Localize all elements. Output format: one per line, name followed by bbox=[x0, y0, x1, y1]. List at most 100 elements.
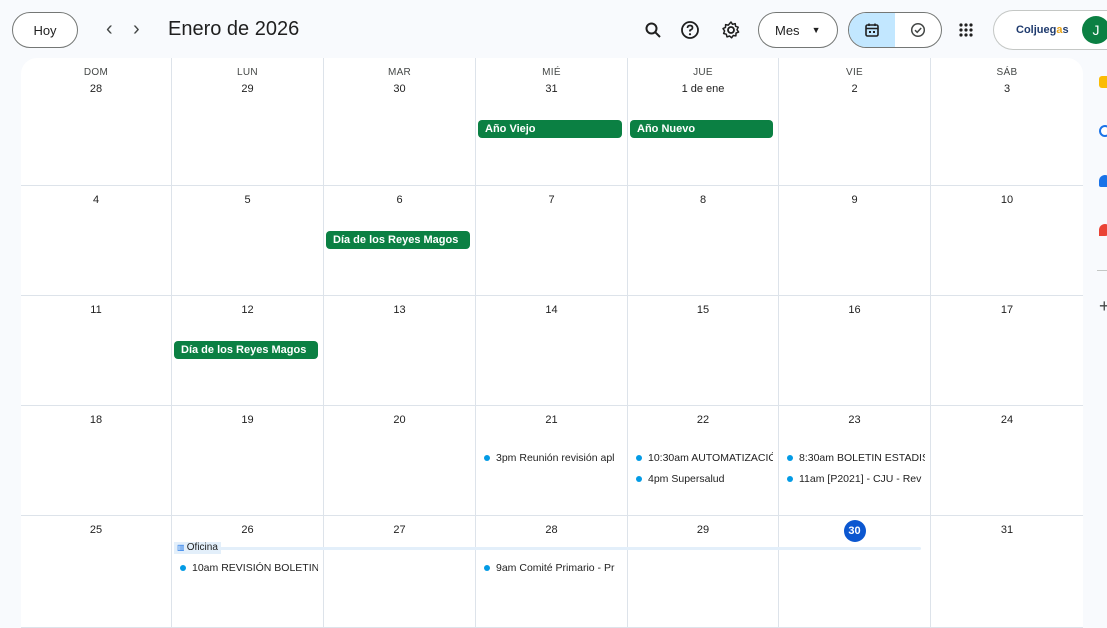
day-number[interactable]: 14 bbox=[476, 304, 627, 316]
day-number[interactable]: 28 bbox=[21, 83, 171, 95]
event-item[interactable]: 4pm Supersalud bbox=[628, 471, 773, 487]
avatar[interactable]: J bbox=[1082, 16, 1107, 44]
prev-month-button[interactable]: ‹ bbox=[106, 17, 113, 41]
day-number[interactable]: 15 bbox=[628, 304, 778, 316]
day-number[interactable]: 1 de ene bbox=[628, 83, 778, 95]
day-cell[interactable]: 16 bbox=[779, 296, 931, 406]
day-number[interactable]: 20 bbox=[324, 414, 475, 426]
weekday-header: MAR bbox=[387, 67, 412, 78]
task-check-icon bbox=[910, 22, 926, 38]
day-number[interactable]: 30 bbox=[324, 83, 475, 95]
day-number[interactable]: 21 bbox=[476, 414, 627, 426]
event-time: 8:30am bbox=[799, 452, 835, 464]
day-cell[interactable]: 18 bbox=[21, 406, 172, 516]
day-cell[interactable]: 13 bbox=[324, 296, 476, 406]
day-number[interactable]: 16 bbox=[779, 304, 930, 316]
event-item[interactable]: 10am REVISIÓN BOLETIN bbox=[172, 560, 318, 576]
day-number[interactable]: 29 bbox=[172, 83, 323, 95]
day-number[interactable]: 23 bbox=[779, 414, 930, 426]
day-cell[interactable]: 5 bbox=[172, 186, 324, 296]
day-number[interactable]: 3 bbox=[931, 83, 1083, 95]
view-selector[interactable]: Mes ▼ bbox=[758, 12, 838, 48]
day-cell[interactable]: 7 bbox=[476, 186, 628, 296]
day-cell[interactable]: DOM 28 bbox=[21, 58, 172, 186]
keep-icon[interactable] bbox=[1099, 76, 1107, 88]
search-icon[interactable] bbox=[641, 18, 665, 42]
day-number[interactable]: 18 bbox=[21, 414, 171, 426]
working-location-bar[interactable] bbox=[174, 547, 921, 550]
day-cell[interactable]: VIE 2 bbox=[779, 58, 931, 186]
event-title: Supersalud bbox=[671, 473, 725, 485]
maps-icon[interactable] bbox=[1099, 224, 1107, 236]
day-number[interactable]: 17 bbox=[931, 304, 1083, 316]
event-item[interactable]: 11am [P2021] - CJU - Rev bbox=[779, 471, 925, 487]
day-number[interactable]: 4 bbox=[21, 194, 171, 206]
day-cell[interactable]: 29 bbox=[628, 516, 779, 628]
day-cell[interactable]: LUN 29 bbox=[172, 58, 324, 186]
day-number[interactable]: 11 bbox=[21, 304, 171, 316]
day-cell[interactable]: 17 bbox=[931, 296, 1083, 406]
gear-icon[interactable] bbox=[719, 18, 743, 42]
day-number[interactable]: 31 bbox=[931, 524, 1083, 536]
day-number[interactable]: 5 bbox=[172, 194, 323, 206]
event-item[interactable]: 8:30am BOLETIN ESTADIS bbox=[779, 450, 925, 466]
holiday-chip[interactable]: Año Viejo bbox=[478, 120, 622, 138]
event-dot-icon bbox=[484, 564, 490, 571]
holiday-chip[interactable]: Día de los Reyes Magos bbox=[326, 231, 470, 249]
day-cell[interactable]: 8 bbox=[628, 186, 779, 296]
tasks-icon[interactable] bbox=[1099, 125, 1107, 137]
calendar-view-button[interactable] bbox=[849, 13, 895, 47]
day-cell[interactable]: 15 bbox=[628, 296, 779, 406]
tasks-view-button[interactable] bbox=[895, 13, 941, 47]
next-month-button[interactable]: › bbox=[133, 17, 140, 41]
day-number[interactable]: 31 bbox=[476, 83, 627, 95]
day-number[interactable]: 24 bbox=[931, 414, 1083, 426]
apps-grid-icon[interactable] bbox=[954, 18, 978, 42]
working-location-text: Oficina bbox=[186, 542, 218, 553]
day-number[interactable]: 12 bbox=[172, 304, 323, 316]
day-cell[interactable]: SÁB 3 bbox=[931, 58, 1083, 186]
add-icon[interactable]: + bbox=[1099, 296, 1107, 317]
day-cell[interactable]: 4 bbox=[21, 186, 172, 296]
day-number[interactable]: 13 bbox=[324, 304, 475, 316]
organization-logo: Coljuegas bbox=[1016, 24, 1069, 36]
day-number[interactable]: 8 bbox=[628, 194, 778, 206]
day-cell[interactable]: 19 bbox=[172, 406, 324, 516]
today-day-number[interactable]: 30 bbox=[843, 520, 866, 542]
holiday-chip[interactable]: Año Nuevo bbox=[630, 120, 773, 138]
day-number[interactable]: 26 bbox=[172, 524, 323, 536]
day-cell[interactable]: 24 bbox=[931, 406, 1083, 516]
day-cell[interactable]: 31 bbox=[931, 516, 1083, 628]
day-number[interactable]: 22 bbox=[628, 414, 778, 426]
event-item[interactable]: 10:30am AUTOMATIZACIÓ bbox=[628, 450, 773, 466]
working-location-label[interactable]: ▥ Oficina bbox=[174, 542, 221, 554]
help-icon[interactable] bbox=[678, 18, 702, 42]
side-panel: + bbox=[1092, 60, 1107, 623]
day-number[interactable]: 19 bbox=[172, 414, 323, 426]
day-number[interactable]: 27 bbox=[324, 524, 475, 536]
event-item[interactable]: 3pm Reunión revisión apl bbox=[476, 450, 622, 466]
day-number[interactable]: 29 bbox=[628, 524, 778, 536]
day-cell[interactable]: 20 bbox=[324, 406, 476, 516]
day-cell[interactable]: 25 bbox=[21, 516, 172, 628]
day-cell[interactable]: 27 bbox=[324, 516, 476, 628]
holiday-chip[interactable]: Día de los Reyes Magos bbox=[174, 341, 318, 359]
event-item[interactable]: 9am Comité Primario - Pr bbox=[476, 560, 622, 576]
month-grid: DOM 28 LUN 29 MAR 30 MIÉ 31 JUE 1 de ene VIE 2 SÁB 3 4… bbox=[21, 58, 1083, 628]
day-cell[interactable]: 30 bbox=[779, 516, 931, 628]
day-number[interactable]: 9 bbox=[779, 194, 930, 206]
account-switcher[interactable]: Coljuegas J bbox=[993, 10, 1107, 50]
day-cell[interactable]: 10 bbox=[931, 186, 1083, 296]
contacts-icon[interactable] bbox=[1099, 175, 1107, 187]
day-cell[interactable]: 9 bbox=[779, 186, 931, 296]
day-number[interactable]: 25 bbox=[21, 524, 171, 536]
day-cell[interactable]: MAR 30 bbox=[324, 58, 476, 186]
day-number[interactable]: 28 bbox=[476, 524, 627, 536]
day-number[interactable]: 6 bbox=[324, 194, 475, 206]
day-cell[interactable]: 11 bbox=[21, 296, 172, 406]
today-button[interactable]: Hoy bbox=[12, 12, 78, 48]
day-cell[interactable]: 14 bbox=[476, 296, 628, 406]
day-number[interactable]: 2 bbox=[779, 83, 930, 95]
day-number[interactable]: 10 bbox=[931, 194, 1083, 206]
day-number[interactable]: 7 bbox=[476, 194, 627, 206]
